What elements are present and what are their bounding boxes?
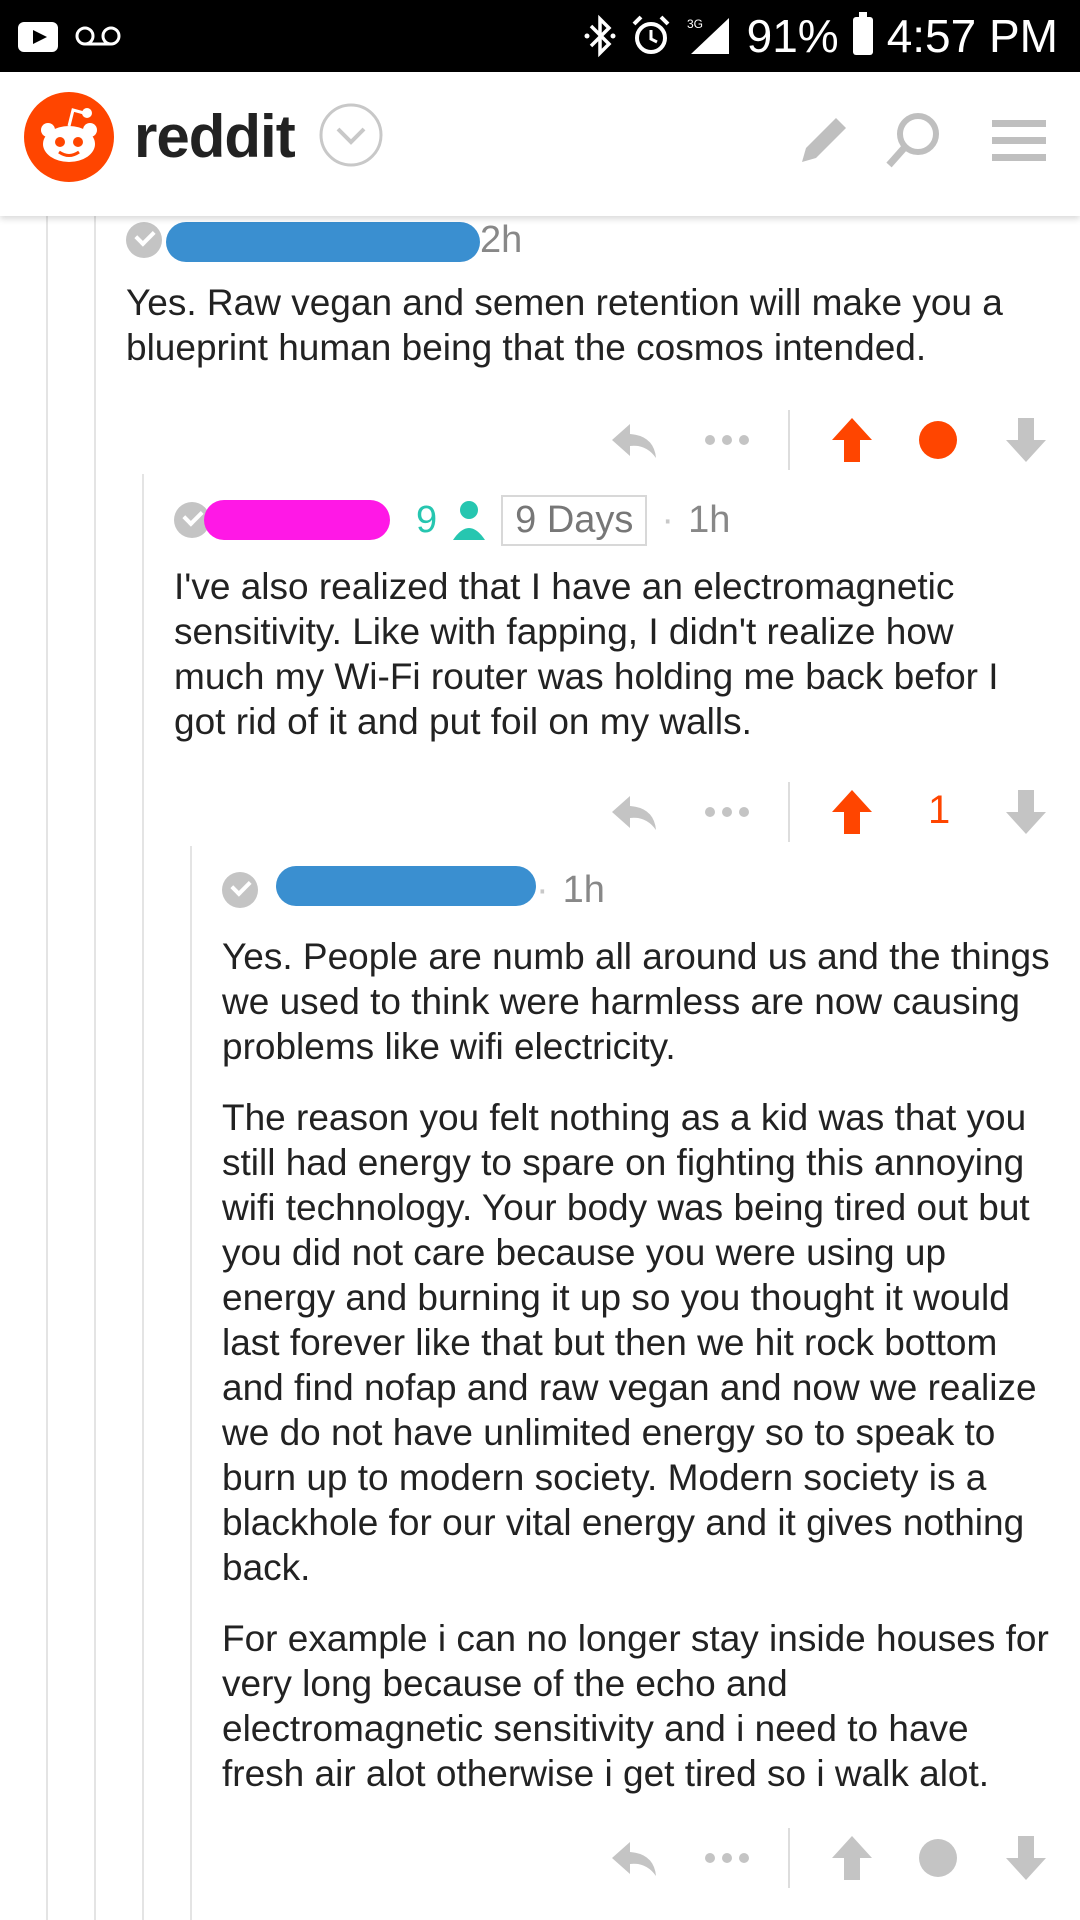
- signal-icon: 3G: [687, 17, 729, 54]
- action-divider: [788, 782, 790, 842]
- thread-line: [94, 216, 96, 1920]
- app-header: reddit: [0, 72, 1080, 216]
- clock: 4:57 PM: [886, 10, 1058, 62]
- more-options-icon[interactable]: [702, 788, 752, 836]
- thread-line: [190, 846, 192, 1920]
- comment-actions: [610, 410, 1080, 476]
- reply-icon[interactable]: [610, 788, 658, 836]
- search-icon[interactable]: [882, 110, 944, 172]
- comment-body: Yes. Raw vegan and semen retention will …: [126, 280, 1046, 396]
- meta-separator: ·: [536, 868, 549, 911]
- comment-actions: [610, 1828, 1080, 1894]
- alarm-icon: [632, 15, 670, 54]
- comment-body: I've also realized that I have an electr…: [174, 564, 1054, 770]
- youtube-notification-icon: [18, 22, 58, 52]
- downvote-arrow-icon[interactable]: [1004, 788, 1048, 836]
- comment-paragraph: I've also realized that I have an electr…: [174, 566, 999, 742]
- collapse-check-icon[interactable]: [126, 222, 162, 258]
- meta-separator: ·: [661, 498, 675, 541]
- more-options-icon[interactable]: [702, 416, 752, 464]
- comment-body: Yes. People are numb all around us and t…: [222, 934, 1052, 1822]
- more-options-icon[interactable]: [702, 1834, 752, 1882]
- comment-paragraph: Yes. Raw vegan and semen retention will …: [126, 282, 1003, 368]
- username-suffix: 9: [416, 498, 438, 541]
- upvote-arrow-icon[interactable]: [830, 416, 874, 464]
- reply-icon[interactable]: [610, 1834, 658, 1882]
- downvote-arrow-icon[interactable]: [1004, 416, 1048, 464]
- downvote-arrow-icon[interactable]: [1004, 1834, 1048, 1882]
- username-redaction: [276, 866, 536, 906]
- status-bar: 3G 91% 4:57 PM: [0, 0, 1080, 72]
- user-icon: [453, 501, 486, 540]
- reply-icon[interactable]: [610, 416, 658, 464]
- action-divider: [788, 410, 790, 470]
- score-dot-icon: [919, 421, 957, 459]
- battery-percent: 91%: [746, 10, 839, 62]
- comment-paragraph: The reason you felt nothing as a kid was…: [222, 1097, 1037, 1588]
- bluetooth-icon: [584, 14, 616, 58]
- comment-age: 1h: [562, 868, 605, 911]
- score-dot-icon: [919, 1839, 957, 1877]
- comment-paragraph: For example i can no longer stay inside …: [222, 1618, 1049, 1794]
- action-divider: [788, 1828, 790, 1888]
- chevron-down-icon[interactable]: [318, 102, 384, 168]
- menu-icon[interactable]: [988, 110, 1050, 172]
- user-flair: 9 Days: [501, 494, 648, 546]
- pencil-icon[interactable]: [792, 110, 854, 172]
- collapse-check-icon[interactable]: [222, 872, 258, 908]
- thread-line: [46, 216, 48, 1920]
- battery-icon: [852, 12, 873, 55]
- upvote-arrow-icon[interactable]: [830, 1834, 874, 1882]
- username-redaction: [166, 222, 480, 262]
- upvote-arrow-icon[interactable]: [830, 788, 874, 836]
- reddit-logo-icon[interactable]: [24, 92, 114, 182]
- username-redaction: [204, 500, 390, 540]
- thread-line: [142, 474, 144, 1920]
- network-type-label: 3G: [687, 17, 703, 31]
- comment-actions: 1: [610, 782, 1080, 848]
- comment-paragraph: Yes. People are numb all around us and t…: [222, 936, 1050, 1067]
- comment-thread: 2h Yes. Raw vegan and semen retention wi…: [0, 216, 1080, 1920]
- comment-age: 2h: [480, 218, 523, 261]
- brand-wordmark[interactable]: reddit: [134, 102, 296, 171]
- comment-score: 1: [928, 788, 951, 832]
- voicemail-icon: [75, 26, 121, 46]
- comment-age: 1h: [688, 498, 731, 541]
